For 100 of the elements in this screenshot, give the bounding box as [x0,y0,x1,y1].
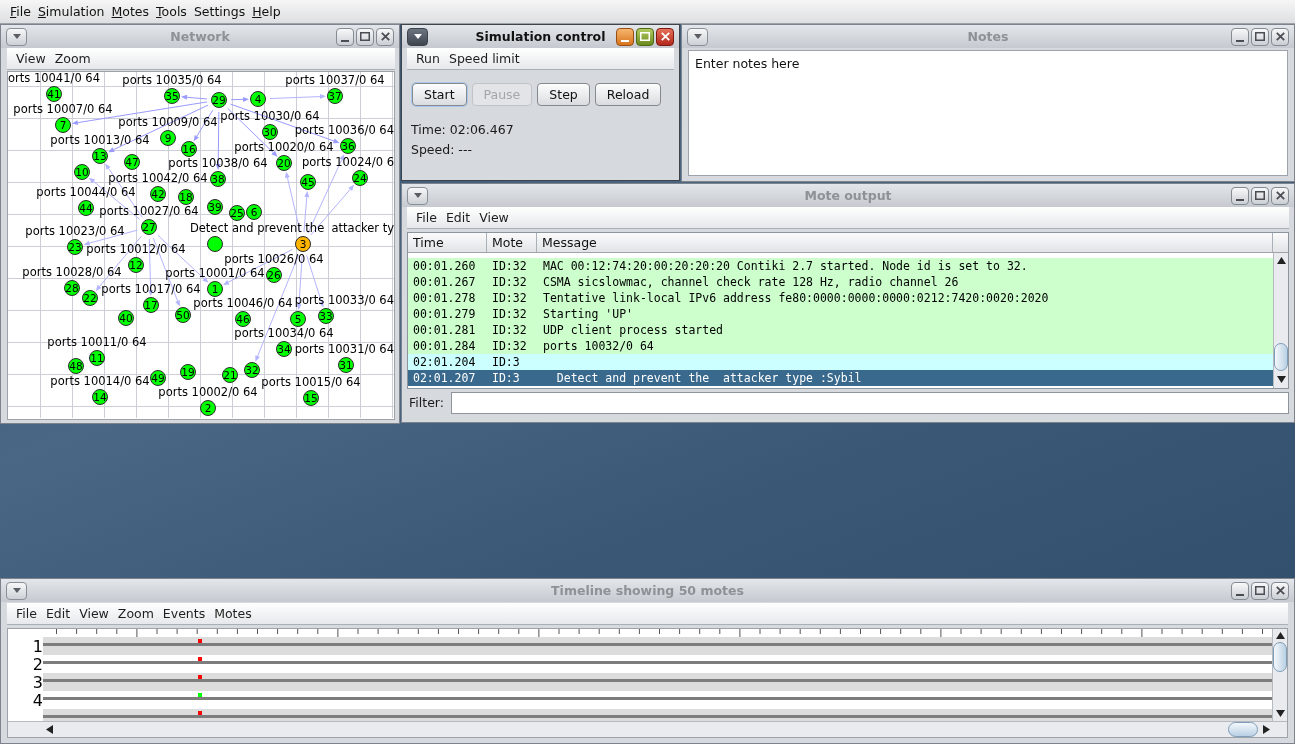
menu-item[interactable]: Settings [193,3,246,20]
minimize-button[interactable] [1231,27,1249,46]
mote-node[interactable]: 47 [124,154,140,170]
mote-node[interactable]: 4 [250,91,266,107]
minimize-button[interactable] [1231,186,1249,205]
close-button[interactable] [1271,581,1289,600]
menu-item[interactable]: Edit [45,605,71,622]
mote-node[interactable]: 12 [128,257,144,273]
maximize-button[interactable] [1251,27,1269,46]
mote-node[interactable]: 40 [118,310,134,326]
mote-node[interactable]: 26 [266,267,282,283]
mote-node[interactable]: 13 [92,148,108,164]
notes-text-area[interactable]: Enter notes here [688,50,1288,176]
log-row[interactable]: 00:01.279 ID:32 Starting 'UP' [408,306,1273,322]
column-header[interactable]: Mote [487,233,537,252]
mote-node[interactable]: 33 [318,308,334,324]
log-row[interactable]: 00:01.267 ID:32 CSMA sicslowmac, channel check rate 128 Hz, radio channel 26 [408,274,1273,290]
mote-node[interactable]: 34 [276,341,292,357]
mote-node[interactable]: 30 [262,124,278,140]
mote-node[interactable]: 48 [68,358,84,374]
column-header[interactable]: Message [537,233,1273,252]
close-button[interactable] [1271,27,1289,46]
maximize-button[interactable] [636,27,654,46]
menu-item[interactable]: Speed limit [448,50,520,67]
mote-node[interactable]: 38 [210,171,226,187]
log-row[interactable]: 00:01.284 ID:32 ports 10032/0 64 [408,338,1273,354]
scrollbar-thumb[interactable] [1274,343,1288,371]
mote-node[interactable]: 25 [229,205,245,221]
mote-node[interactable]: 36 [340,138,356,154]
mote-node[interactable]: 49 [150,370,166,386]
menu-item[interactable]: Run [416,50,440,67]
scrollbar-thumb[interactable] [1273,642,1287,672]
log-row[interactable]: 00:01.260 ID:32 MAC 00:12:74:20:00:20:20:20 Contiki 2.7 started. Node id is set to 32. [408,258,1273,274]
mote-node[interactable]: 29 [211,92,227,108]
minimize-button[interactable] [336,27,354,46]
mote-node[interactable]: 16 [181,141,197,157]
menu-item[interactable]: File [16,605,37,622]
window-menu-button[interactable] [6,27,27,46]
menu-item[interactable]: Simulation [37,3,105,20]
mote-node[interactable]: 22 [82,290,98,306]
mote-node[interactable]: 1 [207,281,223,297]
mote-node[interactable]: 42 [150,186,166,202]
menu-item[interactable]: Tools [156,3,187,20]
menu-item[interactable]: View [16,50,46,67]
mote-node[interactable]: 2 [200,400,216,416]
mote-node[interactable]: 39 [207,199,223,215]
mote-node[interactable]: 24 [352,170,368,186]
mote-node[interactable]: 45 [300,174,316,190]
mote-node[interactable]: 46 [235,311,251,327]
minimize-button[interactable] [616,27,634,46]
scroll-up-arrow-icon[interactable] [1276,257,1286,264]
mote-node[interactable]: 11 [89,350,105,366]
log-row[interactable]: 00:01.278 ID:32 Tentative link-local IPv6 address fe80:0000:0000:0000:0212:7420:0020:2020 [408,290,1273,306]
mote-node[interactable]: 28 [64,280,80,296]
maximize-button[interactable] [1251,186,1269,205]
filter-field[interactable] [450,392,1289,414]
mote-node[interactable]: 10 [74,164,90,180]
mote-node[interactable]: 17 [143,297,159,313]
mote-node[interactable] [207,236,223,252]
mote-node[interactable]: 50 [175,307,191,323]
mote-node[interactable]: 44 [78,200,94,216]
window-menu-button[interactable] [407,27,428,46]
mote-node[interactable]: 5 [290,311,306,327]
scroll-right-arrow-icon[interactable] [1263,725,1270,734]
menu-item[interactable]: Zoom [117,605,154,622]
mote-node[interactable]: 41 [46,86,62,102]
close-button[interactable] [1271,186,1289,205]
mote-node[interactable]: 35 [164,88,180,104]
window-menu-button[interactable] [6,581,27,600]
menu-item[interactable]: Edit [445,209,471,226]
mote-node[interactable]: 23 [67,239,83,255]
mote-node[interactable]: 18 [178,189,194,205]
toolbar-button[interactable]: Reload [594,83,662,106]
mote-node[interactable]: 20 [276,155,292,171]
log-row[interactable]: 02:01.204 ID:3 [408,354,1273,370]
mote-node[interactable]: 21 [222,367,238,383]
scroll-left-arrow-icon[interactable] [46,725,53,734]
mote-node[interactable]: 27 [141,219,157,235]
toolbar-button[interactable]: Step [537,83,590,106]
mote-node[interactable]: 3 [295,236,311,252]
window-menu-button[interactable] [407,186,428,205]
menu-item[interactable]: File [416,209,437,226]
mote-node[interactable]: 37 [327,88,343,104]
log-row[interactable]: 02:01.207 ID:3 Detect and prevent the attacker type :Sybil [408,370,1273,386]
close-button[interactable] [656,27,674,46]
mote-node[interactable]: 9 [160,130,176,146]
menu-item[interactable]: Motes [214,605,252,622]
menu-item[interactable]: View [79,605,109,622]
toolbar-button[interactable]: Start [412,83,467,106]
menu-item[interactable]: Motes [111,3,150,20]
menu-item[interactable]: Help [252,3,281,20]
minimize-button[interactable] [1231,581,1249,600]
maximize-button[interactable] [1251,581,1269,600]
mote-node[interactable]: 31 [338,357,354,373]
menu-item[interactable]: Events [162,605,206,622]
scroll-down-arrow-icon[interactable] [1275,710,1285,717]
mote-node[interactable]: 15 [303,390,319,406]
mote-node[interactable]: 6 [246,204,262,220]
mote-node[interactable]: 7 [55,117,71,133]
close-button[interactable] [376,27,394,46]
